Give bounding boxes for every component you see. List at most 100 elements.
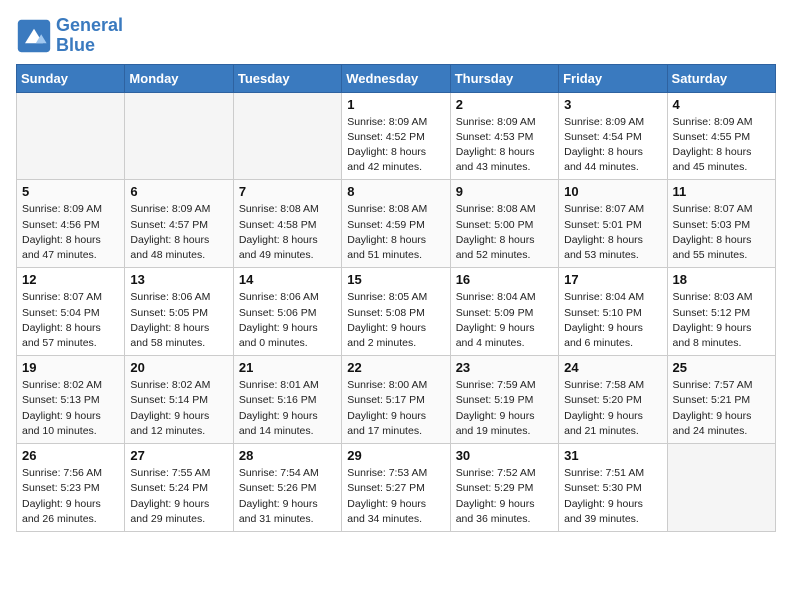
logo-text: General Blue — [56, 16, 123, 56]
calendar-day: 7 Sunrise: 8:08 AM Sunset: 4:58 PM Daylig… — [233, 180, 341, 268]
calendar-day: 13 Sunrise: 8:06 AM Sunset: 5:05 PM Dayli… — [125, 268, 233, 356]
day-number: 18 — [673, 272, 770, 287]
calendar-day: 23 Sunrise: 7:59 AM Sunset: 5:19 PM Dayli… — [450, 356, 558, 444]
day-info: Sunrise: 8:07 AM Sunset: 5:01 PM Dayligh… — [564, 202, 661, 263]
weekday-header: Wednesday — [342, 64, 450, 92]
calendar-day: 12 Sunrise: 8:07 AM Sunset: 5:04 PM Dayli… — [17, 268, 125, 356]
day-number: 6 — [130, 184, 227, 199]
calendar-week: 1 Sunrise: 8:09 AM Sunset: 4:52 PM Daylig… — [17, 92, 776, 180]
day-number: 20 — [130, 360, 227, 375]
day-info: Sunrise: 7:58 AM Sunset: 5:20 PM Dayligh… — [564, 378, 661, 439]
weekday-header: Friday — [559, 64, 667, 92]
day-number: 5 — [22, 184, 119, 199]
day-info: Sunrise: 8:03 AM Sunset: 5:12 PM Dayligh… — [673, 290, 770, 351]
calendar-header: SundayMondayTuesdayWednesdayThursdayFrid… — [17, 64, 776, 92]
day-info: Sunrise: 8:09 AM Sunset: 4:54 PM Dayligh… — [564, 115, 661, 176]
calendar-day — [17, 92, 125, 180]
day-number: 14 — [239, 272, 336, 287]
day-number: 13 — [130, 272, 227, 287]
day-number: 17 — [564, 272, 661, 287]
day-number: 24 — [564, 360, 661, 375]
day-info: Sunrise: 8:01 AM Sunset: 5:16 PM Dayligh… — [239, 378, 336, 439]
day-info: Sunrise: 8:04 AM Sunset: 5:10 PM Dayligh… — [564, 290, 661, 351]
calendar-day: 31 Sunrise: 7:51 AM Sunset: 5:30 PM Dayli… — [559, 444, 667, 532]
day-number: 8 — [347, 184, 444, 199]
calendar-day: 20 Sunrise: 8:02 AM Sunset: 5:14 PM Dayli… — [125, 356, 233, 444]
calendar-day: 1 Sunrise: 8:09 AM Sunset: 4:52 PM Daylig… — [342, 92, 450, 180]
calendar-day: 16Sunrise: 8:04 AM Sunset: 5:09 PM Dayli… — [450, 268, 558, 356]
day-info: Sunrise: 7:59 AM Sunset: 5:19 PM Dayligh… — [456, 378, 553, 439]
day-number: 30 — [456, 448, 553, 463]
day-info: Sunrise: 8:09 AM Sunset: 4:57 PM Dayligh… — [130, 202, 227, 263]
calendar-day — [233, 92, 341, 180]
day-number: 26 — [22, 448, 119, 463]
day-number: 1 — [347, 97, 444, 112]
day-info: Sunrise: 7:51 AM Sunset: 5:30 PM Dayligh… — [564, 466, 661, 527]
weekday-header: Sunday — [17, 64, 125, 92]
calendar-day: 10 Sunrise: 8:07 AM Sunset: 5:01 PM Dayli… — [559, 180, 667, 268]
calendar-day: 9Sunrise: 8:08 AM Sunset: 5:00 PM Daylig… — [450, 180, 558, 268]
day-info: Sunrise: 8:07 AM Sunset: 5:03 PM Dayligh… — [673, 202, 770, 263]
calendar-day: 29 Sunrise: 7:53 AM Sunset: 5:27 PM Dayli… — [342, 444, 450, 532]
day-info: Sunrise: 8:06 AM Sunset: 5:05 PM Dayligh… — [130, 290, 227, 351]
day-info: Sunrise: 7:55 AM Sunset: 5:24 PM Dayligh… — [130, 466, 227, 527]
calendar-day: 17 Sunrise: 8:04 AM Sunset: 5:10 PM Dayli… — [559, 268, 667, 356]
page-header: General Blue — [16, 16, 776, 56]
day-number: 7 — [239, 184, 336, 199]
day-info: Sunrise: 8:07 AM Sunset: 5:04 PM Dayligh… — [22, 290, 119, 351]
calendar-day: 30 Sunrise: 7:52 AM Sunset: 5:29 PM Dayli… — [450, 444, 558, 532]
calendar-day: 24 Sunrise: 7:58 AM Sunset: 5:20 PM Dayli… — [559, 356, 667, 444]
calendar-day: 18 Sunrise: 8:03 AM Sunset: 5:12 PM Dayli… — [667, 268, 775, 356]
calendar-day: 5Sunrise: 8:09 AM Sunset: 4:56 PM Daylig… — [17, 180, 125, 268]
logo: General Blue — [16, 16, 123, 56]
day-info: Sunrise: 8:08 AM Sunset: 5:00 PM Dayligh… — [456, 202, 553, 263]
day-number: 10 — [564, 184, 661, 199]
day-info: Sunrise: 7:56 AM Sunset: 5:23 PM Dayligh… — [22, 466, 119, 527]
logo-icon — [16, 18, 52, 54]
day-info: Sunrise: 7:52 AM Sunset: 5:29 PM Dayligh… — [456, 466, 553, 527]
day-info: Sunrise: 8:08 AM Sunset: 4:58 PM Dayligh… — [239, 202, 336, 263]
day-number: 11 — [673, 184, 770, 199]
weekday-header: Saturday — [667, 64, 775, 92]
calendar-day: 28 Sunrise: 7:54 AM Sunset: 5:26 PM Dayli… — [233, 444, 341, 532]
day-number: 16 — [456, 272, 553, 287]
day-number: 31 — [564, 448, 661, 463]
calendar-day: 27Sunrise: 7:55 AM Sunset: 5:24 PM Dayli… — [125, 444, 233, 532]
calendar-day: 15Sunrise: 8:05 AM Sunset: 5:08 PM Dayli… — [342, 268, 450, 356]
day-number: 23 — [456, 360, 553, 375]
calendar-day: 19 Sunrise: 8:02 AM Sunset: 5:13 PM Dayli… — [17, 356, 125, 444]
day-info: Sunrise: 7:53 AM Sunset: 5:27 PM Dayligh… — [347, 466, 444, 527]
day-info: Sunrise: 8:02 AM Sunset: 5:13 PM Dayligh… — [22, 378, 119, 439]
day-number: 12 — [22, 272, 119, 287]
day-info: Sunrise: 8:09 AM Sunset: 4:55 PM Dayligh… — [673, 115, 770, 176]
day-number: 29 — [347, 448, 444, 463]
calendar-week: 26 Sunrise: 7:56 AM Sunset: 5:23 PM Dayli… — [17, 444, 776, 532]
day-info: Sunrise: 8:09 AM Sunset: 4:52 PM Dayligh… — [347, 115, 444, 176]
day-info: Sunrise: 8:02 AM Sunset: 5:14 PM Dayligh… — [130, 378, 227, 439]
calendar-day: 11 Sunrise: 8:07 AM Sunset: 5:03 PM Dayli… — [667, 180, 775, 268]
calendar-day: 26 Sunrise: 7:56 AM Sunset: 5:23 PM Dayli… — [17, 444, 125, 532]
day-number: 22 — [347, 360, 444, 375]
weekday-header: Thursday — [450, 64, 558, 92]
calendar-day: 2Sunrise: 8:09 AM Sunset: 4:53 PM Daylig… — [450, 92, 558, 180]
day-number: 19 — [22, 360, 119, 375]
day-info: Sunrise: 8:05 AM Sunset: 5:08 PM Dayligh… — [347, 290, 444, 351]
calendar-day: 21 Sunrise: 8:01 AM Sunset: 5:16 PM Dayli… — [233, 356, 341, 444]
day-info: Sunrise: 7:54 AM Sunset: 5:26 PM Dayligh… — [239, 466, 336, 527]
calendar-week: 12 Sunrise: 8:07 AM Sunset: 5:04 PM Dayli… — [17, 268, 776, 356]
calendar-day: 3 Sunrise: 8:09 AM Sunset: 4:54 PM Daylig… — [559, 92, 667, 180]
calendar-day: 25Sunrise: 7:57 AM Sunset: 5:21 PM Dayli… — [667, 356, 775, 444]
calendar-day — [667, 444, 775, 532]
day-number: 21 — [239, 360, 336, 375]
calendar-day — [125, 92, 233, 180]
calendar-day: 4Sunrise: 8:09 AM Sunset: 4:55 PM Daylig… — [667, 92, 775, 180]
day-info: Sunrise: 8:09 AM Sunset: 4:53 PM Dayligh… — [456, 115, 553, 176]
calendar-day: 14 Sunrise: 8:06 AM Sunset: 5:06 PM Dayli… — [233, 268, 341, 356]
day-number: 28 — [239, 448, 336, 463]
calendar-table: SundayMondayTuesdayWednesdayThursdayFrid… — [16, 64, 776, 532]
day-number: 3 — [564, 97, 661, 112]
day-info: Sunrise: 8:06 AM Sunset: 5:06 PM Dayligh… — [239, 290, 336, 351]
day-info: Sunrise: 8:00 AM Sunset: 5:17 PM Dayligh… — [347, 378, 444, 439]
day-info: Sunrise: 7:57 AM Sunset: 5:21 PM Dayligh… — [673, 378, 770, 439]
calendar-day: 22 Sunrise: 8:00 AM Sunset: 5:17 PM Dayli… — [342, 356, 450, 444]
